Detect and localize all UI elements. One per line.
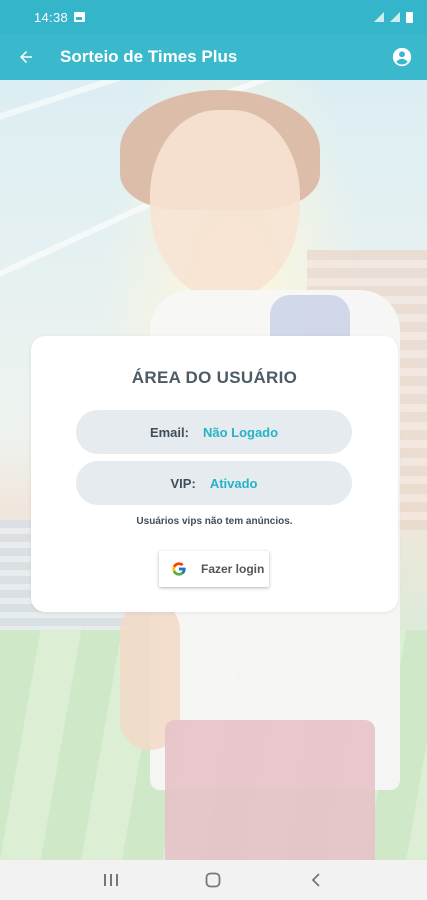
- app-title: Sorteio de Times Plus: [60, 47, 238, 66]
- image-notification-icon: [74, 12, 86, 22]
- nav-back-button[interactable]: [296, 865, 336, 895]
- back-button[interactable]: [14, 45, 38, 69]
- nav-recents-button[interactable]: [91, 865, 131, 895]
- vip-note: Usuários vips não tem anúncios.: [136, 516, 293, 527]
- vip-value: Ativado: [209, 475, 258, 491]
- status-time: 14:38: [34, 9, 69, 25]
- user-area-card: ÁREA DO USUÁRIO Email: Não Logado VIP: A…: [31, 336, 398, 612]
- status-icons: [374, 11, 413, 23]
- vip-label: VIP:: [170, 475, 196, 491]
- player-shorts: [165, 720, 375, 860]
- email-row: Email: Não Logado: [76, 410, 352, 454]
- google-g-icon: [172, 562, 186, 576]
- arrow-left-icon: [20, 51, 32, 63]
- recents-icon: [104, 874, 119, 886]
- chevron-left-icon: [311, 873, 320, 887]
- email-value: Não Logado: [202, 424, 279, 440]
- email-label: Email:: [149, 424, 189, 440]
- account-button[interactable]: [391, 46, 413, 68]
- vip-row: VIP: Ativado: [76, 461, 352, 505]
- google-login-label: Fazer login: [201, 562, 265, 576]
- nav-home-button[interactable]: [193, 865, 233, 895]
- battery-icon: [406, 11, 413, 23]
- system-navigation-bar: [0, 860, 427, 900]
- google-login-button[interactable]: Fazer login: [159, 551, 269, 587]
- status-bar: 14:38: [0, 0, 427, 34]
- player-head: [150, 110, 300, 300]
- account-circle-icon: [392, 47, 412, 67]
- wifi-signal-icon: [374, 12, 384, 22]
- card-heading: ÁREA DO USUÁRIO: [131, 368, 298, 387]
- home-icon: [206, 872, 221, 888]
- app-bar: Sorteio de Times Plus: [0, 34, 427, 80]
- cell-signal-icon: [390, 12, 400, 22]
